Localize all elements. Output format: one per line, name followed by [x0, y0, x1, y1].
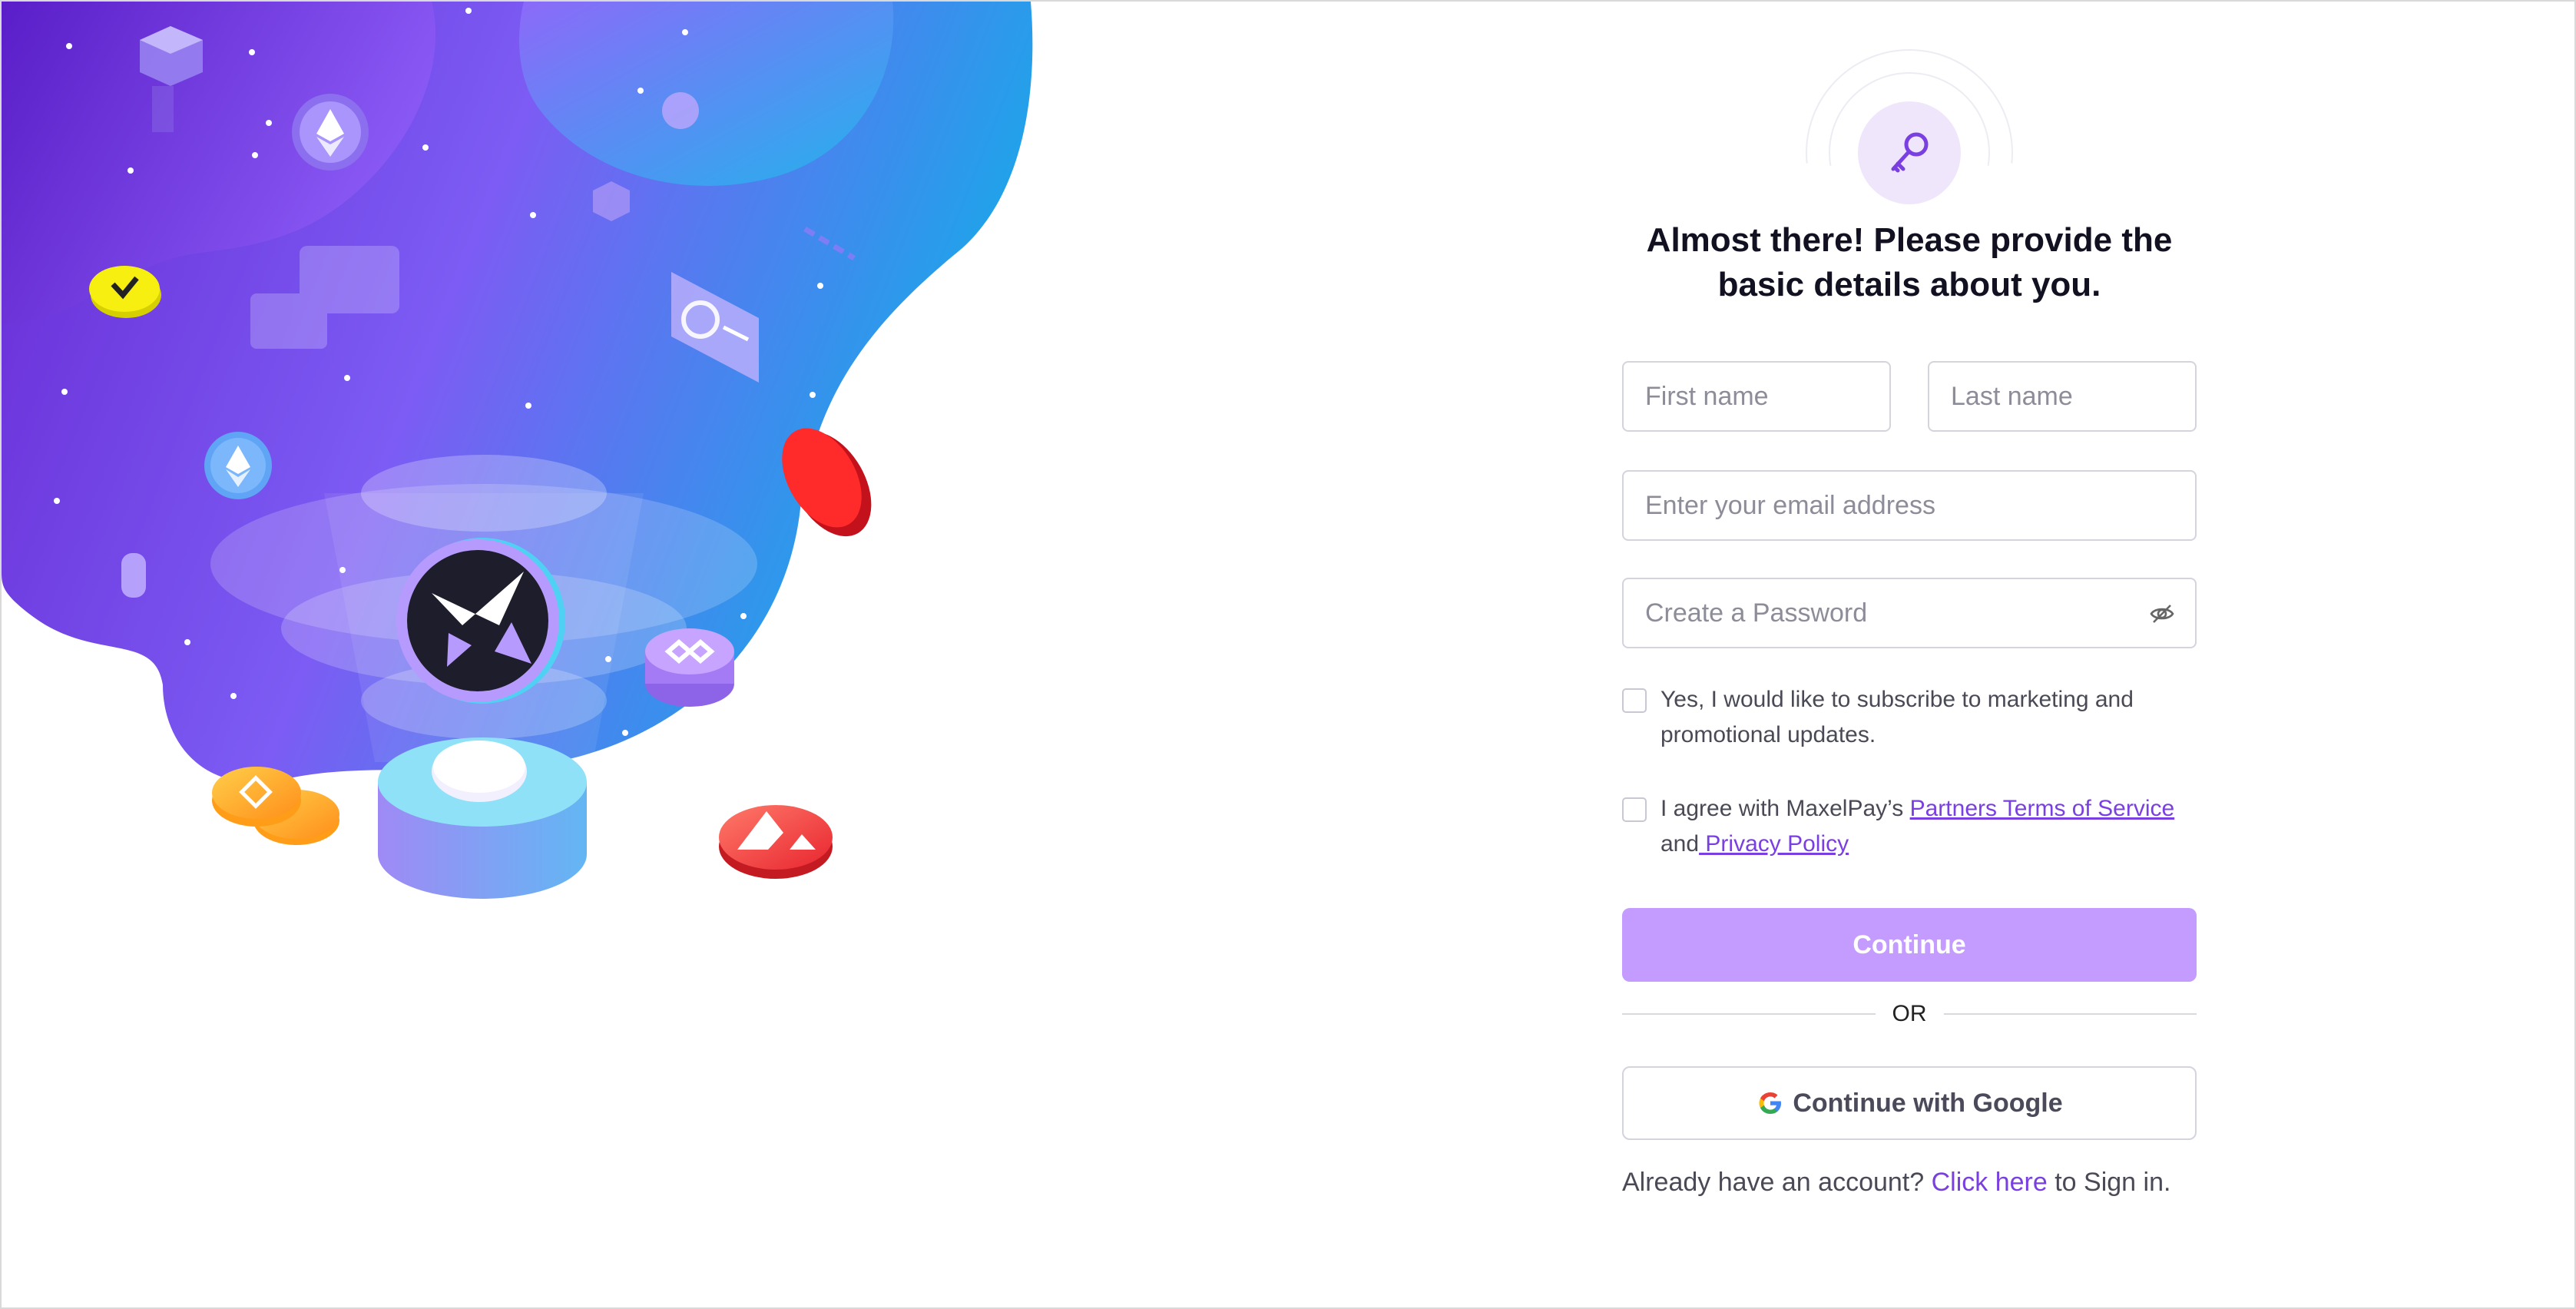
crypto-illustration	[2, 2, 1033, 899]
google-signin-button[interactable]: Continue with Google	[1622, 1066, 2197, 1140]
first-name-input[interactable]	[1622, 361, 1891, 432]
divider-line-right	[1943, 1013, 2197, 1015]
privacy-policy-link[interactable]: Privacy Policy	[1699, 831, 1849, 857]
signup-page: Almost there! Please provide the basic d…	[0, 0, 2576, 1309]
page-heading: Almost there! Please provide the basic d…	[1622, 218, 2197, 307]
terms-consent-row: I agree with MaxelPay’s Partners Terms o…	[1622, 791, 2197, 862]
yellow-coin	[89, 266, 161, 318]
ethereum-coin-top	[292, 94, 369, 171]
key-icon-circle	[1858, 101, 1961, 204]
pedestal	[378, 737, 587, 899]
eye-off-icon[interactable]	[2147, 599, 2177, 628]
or-label: OR	[1892, 1001, 1927, 1026]
key-icon	[1891, 132, 1929, 173]
terms-prefix: I agree with MaxelPay’s	[1660, 796, 1910, 821]
hero-illustration	[2, 2, 1046, 954]
terms-checkbox[interactable]	[1622, 797, 1647, 822]
key-badge	[1622, 49, 2197, 218]
terms-and: and	[1660, 831, 1700, 857]
or-divider: OR	[1622, 999, 2197, 1029]
ethereum-coin-left	[204, 432, 272, 499]
terms-of-service-link[interactable]: Partners Terms of Service	[1910, 796, 2175, 821]
heading-line-2: basic details about you.	[1717, 266, 2101, 303]
marketing-checkbox[interactable]	[1622, 688, 1647, 713]
terms-consent-text: I agree with MaxelPay’s Partners Terms o…	[1660, 791, 2197, 862]
email-input[interactable]	[1622, 470, 2197, 541]
signin-prefix: Already have an account?	[1622, 1168, 1932, 1197]
signin-prompt: Already have an account? Click here to S…	[1622, 1168, 2197, 1198]
google-icon	[1759, 1092, 1782, 1114]
password-input[interactable]	[1622, 578, 2197, 648]
signin-link[interactable]: Click here	[1932, 1168, 2048, 1197]
signup-form: Almost there! Please provide the basic d…	[1622, 49, 2197, 1206]
password-field	[1622, 578, 2197, 648]
marketing-consent-row: Yes, I would like to subscribe to market…	[1622, 682, 2197, 753]
polygon-coin	[645, 628, 734, 707]
google-button-label: Continue with Google	[1793, 1088, 2063, 1118]
continue-button[interactable]: Continue	[1622, 908, 2197, 982]
avalanche-coin	[719, 805, 833, 879]
name-row	[1622, 361, 2197, 432]
marketing-consent-text: Yes, I would like to subscribe to market…	[1660, 687, 2134, 747]
signin-suffix: to Sign in.	[2047, 1168, 2171, 1197]
divider-line-left	[1622, 1013, 1876, 1015]
last-name-input[interactable]	[1928, 361, 2197, 432]
maxelpay-logo-coin	[396, 538, 565, 704]
form-fields: Yes, I would like to subscribe to market…	[1622, 361, 2197, 1206]
binance-coins	[212, 767, 339, 845]
heading-line-1: Almost there! Please provide the	[1646, 221, 2173, 259]
